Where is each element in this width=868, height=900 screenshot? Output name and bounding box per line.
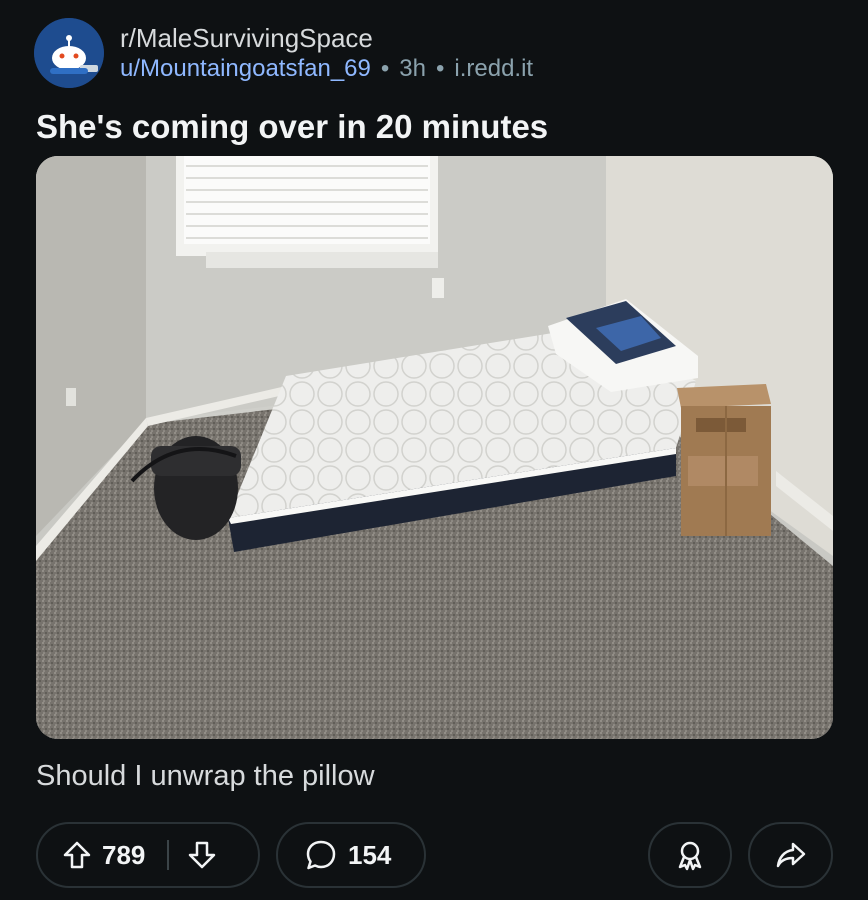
award-ribbon-icon — [678, 841, 702, 871]
post-title[interactable]: She's coming over in 20 minutes — [36, 106, 548, 148]
vote-control: 789 — [36, 822, 260, 888]
post-image[interactable] — [36, 156, 833, 739]
post-action-bar: 789 154 — [36, 822, 833, 888]
comment-count: 154 — [348, 839, 392, 870]
meta-separator: • — [380, 55, 390, 82]
post-age: 3h — [399, 55, 426, 82]
downvote-button[interactable] — [187, 840, 217, 870]
subreddit-avatar-icon[interactable] — [34, 18, 104, 88]
post-body: Should I unwrap the pillow — [36, 760, 375, 792]
share-button[interactable] — [748, 822, 833, 888]
post-header: r/MaleSurvivingSpace u/Mountaingoatsfan_… — [34, 18, 533, 88]
speech-bubble-icon — [306, 840, 336, 870]
author-link[interactable]: u/Mountaingoatsfan_69 — [120, 54, 371, 84]
subreddit-name[interactable]: r/MaleSurvivingSpace — [120, 22, 533, 54]
upvote-button[interactable] — [62, 840, 92, 870]
arrow-down-icon — [189, 841, 216, 869]
vote-divider — [167, 840, 170, 870]
upvote-count: 789 — [102, 839, 146, 870]
post-domain[interactable]: i.redd.it — [454, 54, 533, 84]
share-arrow-icon — [776, 842, 805, 868]
award-button[interactable] — [648, 822, 732, 888]
bedroom-photo — [36, 156, 833, 739]
comments-button[interactable]: 154 — [276, 822, 426, 888]
meta-separator: • — [435, 55, 445, 82]
post-meta: u/Mountaingoatsfan_69 • 3h • i.redd.it — [120, 54, 533, 84]
arrow-up-icon — [63, 841, 91, 869]
